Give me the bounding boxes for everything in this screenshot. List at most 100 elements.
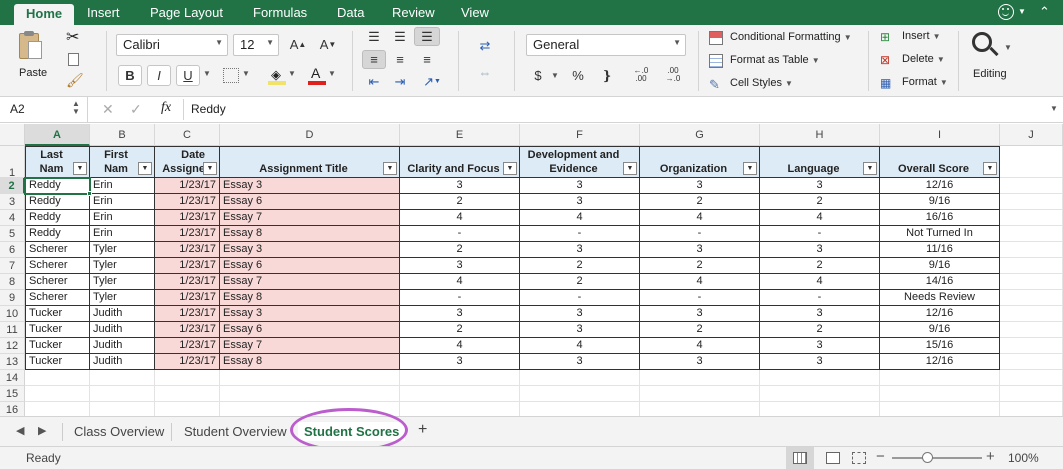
row-header-8[interactable]: 8	[0, 274, 25, 290]
merge-center-icon[interactable]: ⇔	[472, 62, 498, 83]
filter-dropdown-icon[interactable]: ▼	[743, 162, 757, 175]
column-header-b[interactable]: B	[90, 124, 155, 146]
cell-empty[interactable]	[1000, 146, 1063, 178]
cell-empty[interactable]	[155, 402, 220, 416]
zoom-in-button[interactable]: +	[986, 448, 995, 465]
cell-organization[interactable]: 4	[640, 338, 760, 354]
page-layout-view-icon[interactable]	[826, 452, 840, 464]
chevron-down-icon[interactable]: ▼	[1004, 43, 1012, 52]
tab-home[interactable]: Home	[14, 4, 75, 25]
cell-language[interactable]: 3	[760, 242, 880, 258]
row-header-4[interactable]: 4	[0, 210, 25, 226]
insert-cells-button[interactable]: Insert ▼	[902, 30, 941, 42]
cell-last-name[interactable]: Tucker	[25, 338, 90, 354]
tab-review[interactable]: Review	[392, 5, 435, 21]
filter-dropdown-icon[interactable]: ▼	[73, 162, 87, 175]
column-header-d[interactable]: D	[220, 124, 400, 146]
font-color-icon[interactable]: A	[308, 65, 326, 85]
editing-button[interactable]: Editing	[973, 68, 1007, 80]
cell-last-name[interactable]: Scherer	[25, 274, 90, 290]
cell-empty[interactable]	[1000, 274, 1063, 290]
cell-overall-score[interactable]: 11/16	[880, 242, 1000, 258]
cell-language[interactable]: 2	[760, 322, 880, 338]
format-cells-button[interactable]: Format ▼	[902, 76, 948, 88]
cell-empty[interactable]	[520, 402, 640, 416]
cell-organization[interactable]: -	[640, 290, 760, 306]
cell-organization[interactable]: 3	[640, 178, 760, 194]
orientation-icon[interactable]: ↗ ▼	[414, 72, 450, 91]
cell-date-assigned[interactable]: 1/23/17	[155, 178, 220, 194]
add-sheet-button[interactable]: +	[418, 421, 427, 439]
cell-empty[interactable]	[90, 386, 155, 402]
cell-assignment-title[interactable]: Essay 6	[220, 258, 400, 274]
cell-empty[interactable]	[640, 386, 760, 402]
cell-last-name[interactable]: Scherer	[25, 258, 90, 274]
cell-development-evidence[interactable]: 2	[520, 258, 640, 274]
column-header-h[interactable]: H	[760, 124, 880, 146]
filter-dropdown-icon[interactable]: ▼	[138, 162, 152, 175]
column-header-c[interactable]: C	[155, 124, 220, 146]
cell-assignment-title[interactable]: Essay 7	[220, 274, 400, 290]
cell-clarity-focus[interactable]: 3	[400, 258, 520, 274]
chevron-down-icon[interactable]: ▼	[551, 71, 559, 80]
header-clarity-focus[interactable]: Clarity and Focus ▼	[400, 146, 520, 178]
header-date-assigned[interactable]: Date Assigne ▼	[155, 146, 220, 178]
paste-button[interactable]: Paste	[19, 67, 47, 79]
zoom-slider-thumb[interactable]	[922, 452, 933, 463]
column-header-i[interactable]: I	[880, 124, 1000, 146]
decrease-font-size-icon[interactable]: A ▼	[314, 34, 342, 55]
cell-assignment-title[interactable]: Essay 6	[220, 322, 400, 338]
decrease-indent-icon[interactable]: ⇤	[362, 72, 386, 91]
cell-assignment-title[interactable]: Essay 3	[220, 178, 400, 194]
cell-development-evidence[interactable]: 4	[520, 338, 640, 354]
accounting-format-icon[interactable]: $	[527, 65, 549, 86]
cell-clarity-focus[interactable]: 4	[400, 338, 520, 354]
cell-empty[interactable]	[155, 386, 220, 402]
cell-empty[interactable]	[1000, 258, 1063, 274]
cell-date-assigned[interactable]: 1/23/17	[155, 306, 220, 322]
row-header-15[interactable]: 15	[0, 386, 25, 402]
cell-overall-score[interactable]: 14/16	[880, 274, 1000, 290]
wrap-text-icon[interactable]: ⇄	[472, 35, 498, 56]
cell-first-name[interactable]: Erin	[90, 194, 155, 210]
format-painter-icon[interactable]: 🖌	[66, 72, 84, 89]
cell-first-name[interactable]: Judith	[90, 354, 155, 370]
cell-empty[interactable]	[400, 402, 520, 416]
cell-development-evidence[interactable]: 3	[520, 322, 640, 338]
cell-development-evidence[interactable]: 3	[520, 178, 640, 194]
cell-assignment-title[interactable]: Essay 6	[220, 194, 400, 210]
cell-date-assigned[interactable]: 1/23/17	[155, 226, 220, 242]
cell-empty[interactable]	[25, 386, 90, 402]
cell-language[interactable]: 3	[760, 306, 880, 322]
formula-input[interactable]: Reddy	[191, 102, 226, 116]
cell-date-assigned[interactable]: 1/23/17	[155, 274, 220, 290]
cell-overall-score[interactable]: Not Turned In	[880, 226, 1000, 242]
cell-first-name[interactable]: Tyler	[90, 242, 155, 258]
cell-empty[interactable]	[1000, 386, 1063, 402]
row-header-13[interactable]: 13	[0, 354, 25, 370]
cell-empty[interactable]	[880, 386, 1000, 402]
cell-empty[interactable]	[760, 386, 880, 402]
cell-styles-button[interactable]: Cell Styles ▼	[730, 77, 793, 89]
cut-icon[interactable]: ✂	[66, 27, 79, 47]
cell-language[interactable]: 4	[760, 210, 880, 226]
cell-clarity-focus[interactable]: 3	[400, 354, 520, 370]
cell-date-assigned[interactable]: 1/23/17	[155, 322, 220, 338]
cell-overall-score[interactable]: 9/16	[880, 322, 1000, 338]
cell-last-name[interactable]: Reddy	[25, 226, 90, 242]
cell-empty[interactable]	[25, 370, 90, 386]
header-organization[interactable]: Organization ▼	[640, 146, 760, 178]
cell-language[interactable]: 3	[760, 354, 880, 370]
cell-clarity-focus[interactable]: 2	[400, 322, 520, 338]
cell-language[interactable]: -	[760, 226, 880, 242]
chevron-down-icon[interactable]: ▼	[328, 69, 336, 78]
cell-organization[interactable]: 4	[640, 210, 760, 226]
cell-development-evidence[interactable]: -	[520, 226, 640, 242]
delete-cells-button[interactable]: Delete ▼	[902, 53, 945, 65]
row-header-5[interactable]: 5	[0, 226, 25, 242]
align-top-icon[interactable]: ☰	[362, 27, 386, 46]
copy-icon[interactable]	[68, 53, 79, 66]
cell-organization[interactable]: 3	[640, 242, 760, 258]
chevron-down-icon[interactable]: ▼	[203, 69, 211, 78]
cell-empty[interactable]	[520, 370, 640, 386]
